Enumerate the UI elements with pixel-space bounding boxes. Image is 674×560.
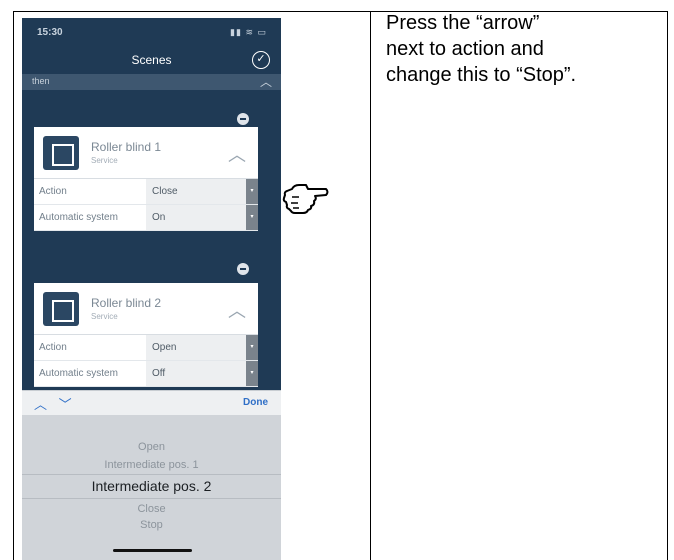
roller-blind-icon [43, 136, 79, 170]
device-card-2: Roller blind 2 Service ︿ Action Open ▾ A… [34, 283, 258, 387]
automatic-system-label: Automatic system [39, 368, 118, 379]
action-select[interactable]: Close ▾ [146, 179, 258, 204]
instruction-line: change this to “Stop”. [386, 64, 577, 86]
picker-option[interactable]: Close [22, 503, 281, 515]
roller-blind-icon [43, 292, 79, 326]
action-row: Action Close ▾ [34, 179, 258, 205]
chevron-up-icon[interactable]: ︿ [260, 73, 272, 90]
dropdown-arrow-icon[interactable]: ▾ [246, 335, 258, 360]
device-name: Roller blind 1 [91, 140, 162, 154]
picker-selection-line [22, 474, 281, 475]
picker-option-selected[interactable]: Intermediate pos. 2 [22, 478, 281, 494]
done-button[interactable]: Done [243, 397, 268, 408]
collapse-chevron-icon[interactable]: ︿ [228, 141, 246, 167]
picker-option[interactable]: Stop [22, 519, 281, 531]
section-header-then[interactable]: then ︿ [22, 74, 281, 90]
instruction-line: Press the “arrow” [386, 12, 540, 34]
dropdown-arrow-icon[interactable]: ▾ [246, 361, 258, 386]
home-indicator [113, 549, 192, 552]
status-indicators: ▮▮ ≋ ▭ [230, 27, 267, 37]
picker-wheel[interactable]: Open Intermediate pos. 1 Intermediate po… [22, 415, 281, 560]
navigation-bar: Scenes ✓ [22, 48, 281, 74]
phone-screen: 15:30 ▮▮ ≋ ▭ Scenes ✓ then ︿ Roller blin… [22, 18, 281, 560]
device-card-header[interactable]: Roller blind 2 Service ︿ [34, 283, 258, 335]
automatic-system-value: Off [152, 368, 166, 379]
automatic-system-select[interactable]: Off ▾ [146, 361, 258, 386]
device-card-1: Roller blind 1 Service ︿ Action Close ▾ … [34, 127, 258, 231]
remove-item-2-icon[interactable] [237, 263, 249, 275]
action-value: Close [152, 186, 178, 197]
automatic-system-label: Automatic system [39, 212, 118, 223]
column-divider [370, 11, 371, 560]
remove-item-1-icon[interactable] [237, 113, 249, 125]
device-card-header[interactable]: Roller blind 1 Service ︿ [34, 127, 258, 179]
automatic-system-select[interactable]: On ▾ [146, 205, 258, 230]
action-select[interactable]: Open ▾ [146, 335, 258, 360]
automatic-system-row: Automatic system On ▾ [34, 205, 258, 231]
action-label: Action [39, 342, 67, 353]
action-label: Action [39, 186, 67, 197]
picker-selection-line [22, 498, 281, 499]
section-label: then [32, 76, 50, 86]
instruction-text: Press the “arrow” next to action and cha… [386, 10, 671, 88]
previous-next-arrows-icon[interactable]: ︿ ﹀ [34, 394, 76, 413]
device-name: Roller blind 2 [91, 296, 162, 310]
page-title: Scenes [131, 53, 172, 67]
automatic-system-value: On [152, 212, 166, 223]
dropdown-arrow-icon[interactable]: ▾ [246, 205, 258, 230]
status-bar: 15:30 ▮▮ ≋ ▭ [22, 18, 281, 48]
picker-option[interactable]: Open [22, 441, 281, 453]
status-time: 15:30 [37, 27, 63, 38]
action-value: Open [152, 342, 177, 353]
device-subtitle: Service [91, 156, 118, 165]
collapse-chevron-icon[interactable]: ︿ [228, 297, 246, 323]
device-subtitle: Service [91, 312, 118, 321]
action-row: Action Open ▾ [34, 335, 258, 361]
picker-toolbar: ︿ ﹀ Done [22, 390, 281, 415]
automatic-system-row: Automatic system Off ▾ [34, 361, 258, 387]
confirm-check-icon[interactable]: ✓ [252, 51, 270, 69]
instruction-line: next to action and [386, 38, 544, 60]
dropdown-arrow-icon[interactable]: ▾ [246, 179, 258, 204]
picker-option[interactable]: Intermediate pos. 1 [22, 459, 281, 471]
hand-pointer-icon [282, 184, 329, 214]
